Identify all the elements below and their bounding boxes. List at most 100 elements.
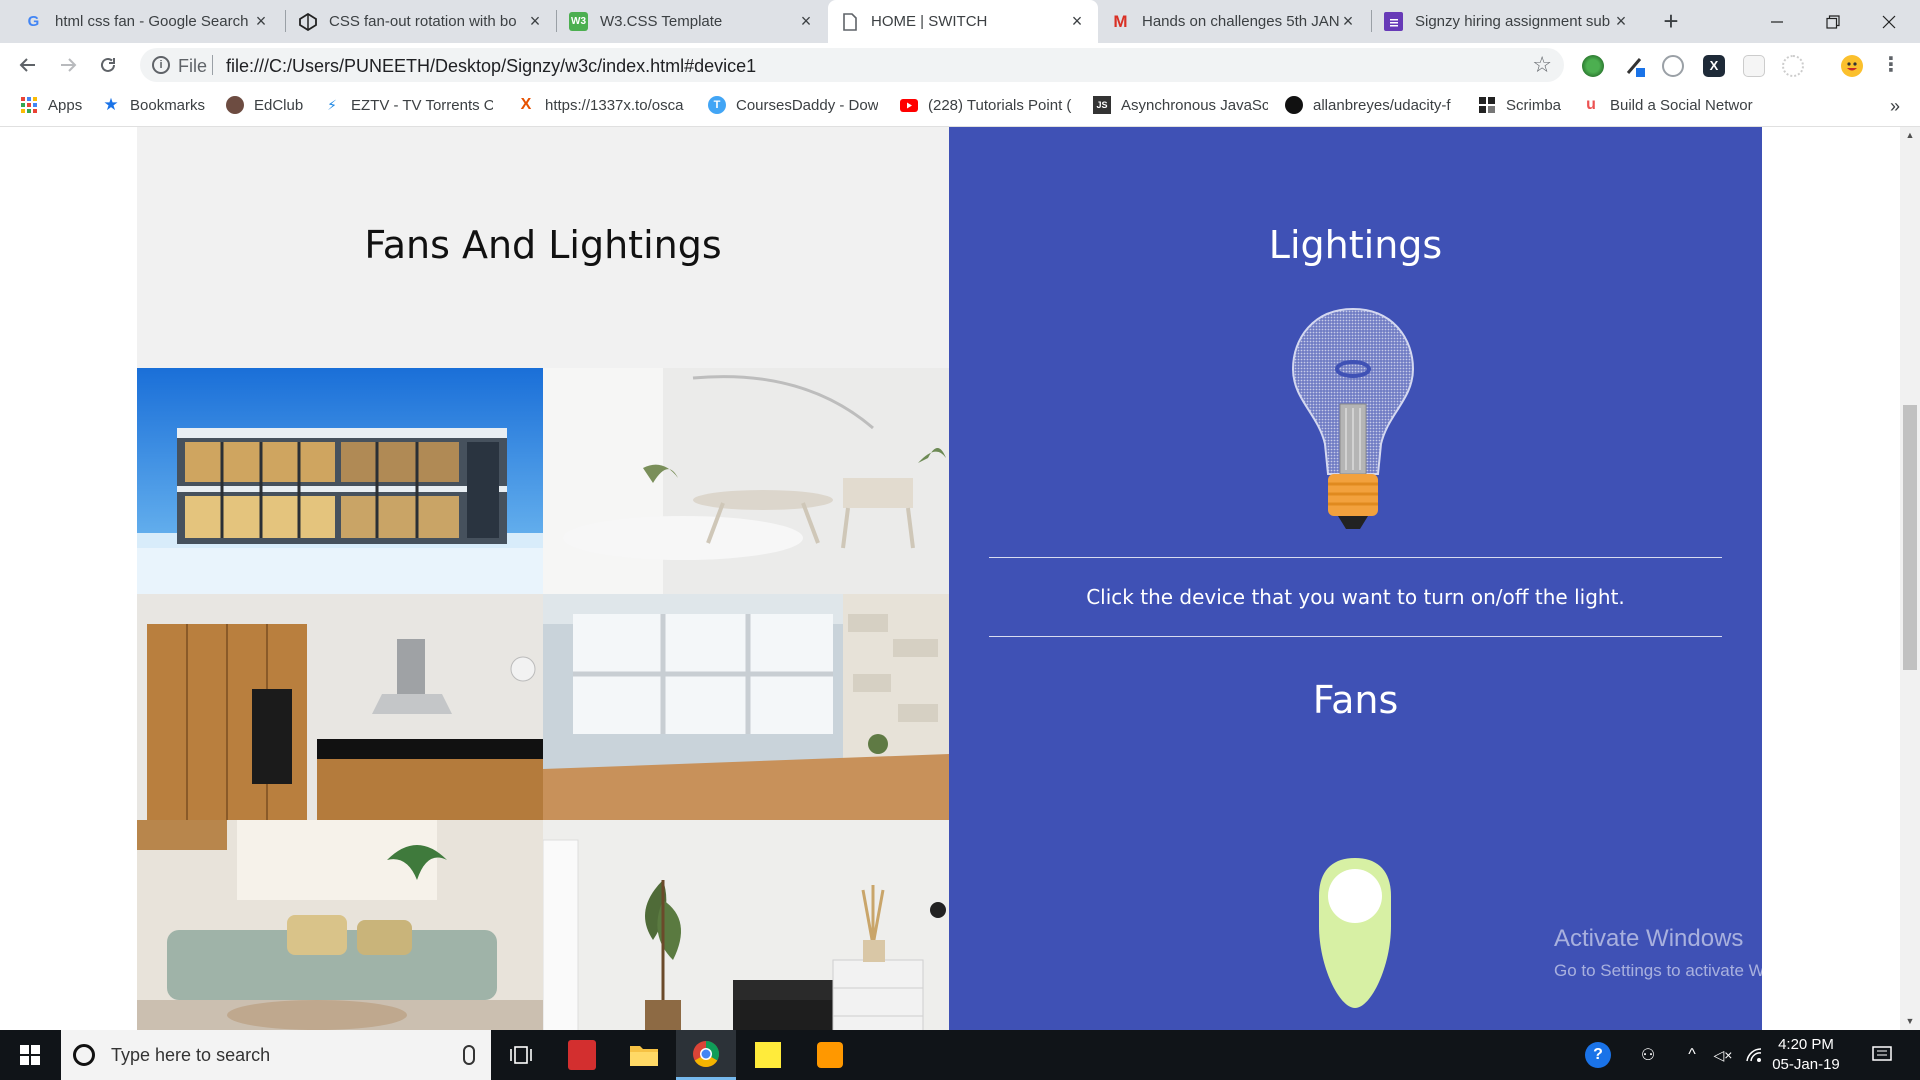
bookmark-async-js[interactable]: JS Asynchronous JavaSc xyxy=(1093,96,1268,114)
volume-muted-icon[interactable]: ◁× xyxy=(1708,1030,1738,1080)
task-view-button[interactable] xyxy=(491,1030,551,1080)
bookmark-star-icon[interactable]: ☆ xyxy=(1532,52,1552,78)
folder-icon xyxy=(630,1046,658,1066)
bookmark-label: https://1337x.to/osca xyxy=(545,96,684,114)
kitchen-photo[interactable] xyxy=(137,594,543,820)
tab-signzy-form[interactable]: Signzy hiring assignment sub × xyxy=(1372,0,1642,43)
minimize-button[interactable] xyxy=(1750,0,1804,43)
tab-gmail[interactable]: M Hands on challenges 5th JAN × xyxy=(1099,0,1369,43)
bookmark-label: EdClub xyxy=(254,96,304,114)
extension-gear-icon[interactable] xyxy=(1782,55,1804,77)
fan-toggle-switch[interactable] xyxy=(1317,856,1393,1010)
file-explorer-app[interactable] xyxy=(614,1030,674,1080)
bookmark-eztv[interactable]: ⚡ EZTV - TV Torrents O xyxy=(323,96,493,114)
extension-square-icon[interactable] xyxy=(1743,55,1765,77)
acrobat-icon xyxy=(568,1040,596,1070)
chrome-app[interactable] xyxy=(676,1030,736,1080)
page-scrollbar[interactable]: ▲ ▼ xyxy=(1900,127,1920,1030)
start-button[interactable] xyxy=(0,1030,60,1080)
restore-button[interactable] xyxy=(1806,0,1860,43)
back-button[interactable] xyxy=(12,49,44,81)
system-clock[interactable]: 4:20 PM 05-Jan-19 xyxy=(1766,1035,1846,1075)
divider-top xyxy=(989,557,1722,558)
close-icon[interactable]: × xyxy=(526,11,544,32)
clock-time: 4:20 PM xyxy=(1778,1036,1834,1053)
close-window-button[interactable] xyxy=(1862,0,1916,43)
close-icon[interactable]: × xyxy=(1068,11,1086,32)
sublime-text-app[interactable] xyxy=(800,1030,860,1080)
forward-arrow-icon xyxy=(61,58,77,72)
people-icon[interactable]: ⚇ xyxy=(1630,1030,1666,1080)
extension-globe-icon[interactable] xyxy=(1582,55,1604,77)
profile-avatar[interactable] xyxy=(1841,55,1863,77)
bookmark-coursesdaddy[interactable]: T CoursesDaddy - Dow xyxy=(708,96,878,114)
microphone-icon[interactable] xyxy=(463,1045,475,1065)
tab-home-switch[interactable]: HOME | SWITCH × xyxy=(828,0,1098,43)
more-bookmarks-icon[interactable]: » xyxy=(1890,96,1900,117)
chrome-icon xyxy=(693,1040,719,1067)
close-icon[interactable]: × xyxy=(1339,11,1357,32)
bookmark-1337x[interactable]: X https://1337x.to/osca xyxy=(517,96,687,114)
light-bulb[interactable] xyxy=(1288,304,1418,534)
document-icon xyxy=(840,12,859,31)
bookmark-label: CoursesDaddy - Dow xyxy=(736,96,878,114)
bright-room-photo[interactable] xyxy=(543,594,949,820)
bookmark-apps[interactable]: Apps xyxy=(20,96,82,114)
tab-codepen[interactable]: CSS fan-out rotation with bo × xyxy=(286,0,556,43)
star-icon: ★ xyxy=(103,96,119,114)
fans-heading: Fans xyxy=(1312,678,1399,722)
help-icon[interactable]: ? xyxy=(1580,1030,1616,1080)
tab-title: html css fan - Google Search xyxy=(55,13,249,30)
bookmark-label: Build a Social Networ xyxy=(1610,96,1753,114)
bookmark-label: allanbreyes/udacity-f xyxy=(1313,96,1451,114)
divider-bottom xyxy=(989,636,1722,637)
acrobat-app[interactable] xyxy=(552,1030,612,1080)
scroll-down-arrow-icon[interactable]: ▼ xyxy=(1900,1013,1920,1030)
info-icon[interactable]: i xyxy=(152,56,170,74)
watermark-subtitle: Go to Settings to activate Windows. xyxy=(1554,961,1823,980)
sofa-photo[interactable] xyxy=(137,820,543,1030)
tab-w3css[interactable]: W3 W3.CSS Template × xyxy=(557,0,827,43)
github-icon xyxy=(1285,96,1303,114)
edclub-icon xyxy=(226,96,244,114)
bookmark-scrimba[interactable]: Scrimba xyxy=(1478,96,1561,114)
url-text[interactable]: file:///C:/Users/PUNEETH/Desktop/Signzy/… xyxy=(226,56,756,77)
bookmark-edclub[interactable]: EdClub xyxy=(226,96,303,114)
house-exterior-photo[interactable] xyxy=(137,368,543,594)
bookmarks-bar: Apps ★ Bookmarks EdClub ⚡ EZTV - TV Torr… xyxy=(0,86,1920,127)
bookmark-udemy[interactable]: u Build a Social Networ xyxy=(1582,96,1757,114)
extension-pen-icon[interactable] xyxy=(1624,55,1646,77)
plant-room-photo[interactable] xyxy=(543,820,949,1030)
sticky-notes-app[interactable] xyxy=(738,1030,798,1080)
x-icon: X xyxy=(520,96,532,113)
address-bar[interactable]: i File file:///C:/Users/PUNEETH/Desktop/… xyxy=(140,48,1564,82)
forward-button[interactable] xyxy=(52,49,84,81)
bookmark-label: Apps xyxy=(48,96,83,114)
bookmark-bookmarks[interactable]: ★ Bookmarks xyxy=(102,96,205,114)
close-icon[interactable]: × xyxy=(1612,11,1630,32)
reload-button[interactable] xyxy=(92,49,124,81)
extension-web-icon[interactable] xyxy=(1662,55,1684,77)
search-placeholder: Type here to search xyxy=(111,1044,271,1065)
bookmark-github[interactable]: allanbreyes/udacity-f xyxy=(1285,96,1460,114)
scrollbar-thumb[interactable] xyxy=(1903,405,1917,670)
close-icon[interactable]: × xyxy=(797,11,815,32)
bookmark-tutorialspoint[interactable]: (228) Tutorials Point ( xyxy=(900,96,1075,114)
lightings-heading: Lightings xyxy=(1268,223,1443,267)
network-icon[interactable] xyxy=(1740,1030,1768,1080)
watermark-title: Activate Windows xyxy=(1554,925,1744,952)
browser-menu-icon[interactable]: ⋮ xyxy=(1880,55,1902,77)
extension-x-icon[interactable]: X xyxy=(1703,55,1725,77)
back-arrow-icon xyxy=(19,58,35,72)
taskbar-search-box[interactable]: Type here to search xyxy=(61,1030,491,1080)
scrimba-icon xyxy=(1478,96,1496,114)
white-lounge-photo[interactable] xyxy=(543,368,949,594)
windows-logo-icon xyxy=(20,1045,40,1065)
scroll-up-arrow-icon[interactable]: ▲ xyxy=(1900,127,1920,144)
close-icon[interactable]: × xyxy=(252,11,270,32)
tab-google-search[interactable]: G html css fan - Google Search × xyxy=(12,0,282,43)
new-tab-button[interactable]: + xyxy=(1656,6,1686,36)
notifications-icon[interactable] xyxy=(1862,1030,1902,1080)
show-hidden-icons[interactable]: ^ xyxy=(1676,1030,1708,1080)
codepen-icon xyxy=(298,12,317,31)
